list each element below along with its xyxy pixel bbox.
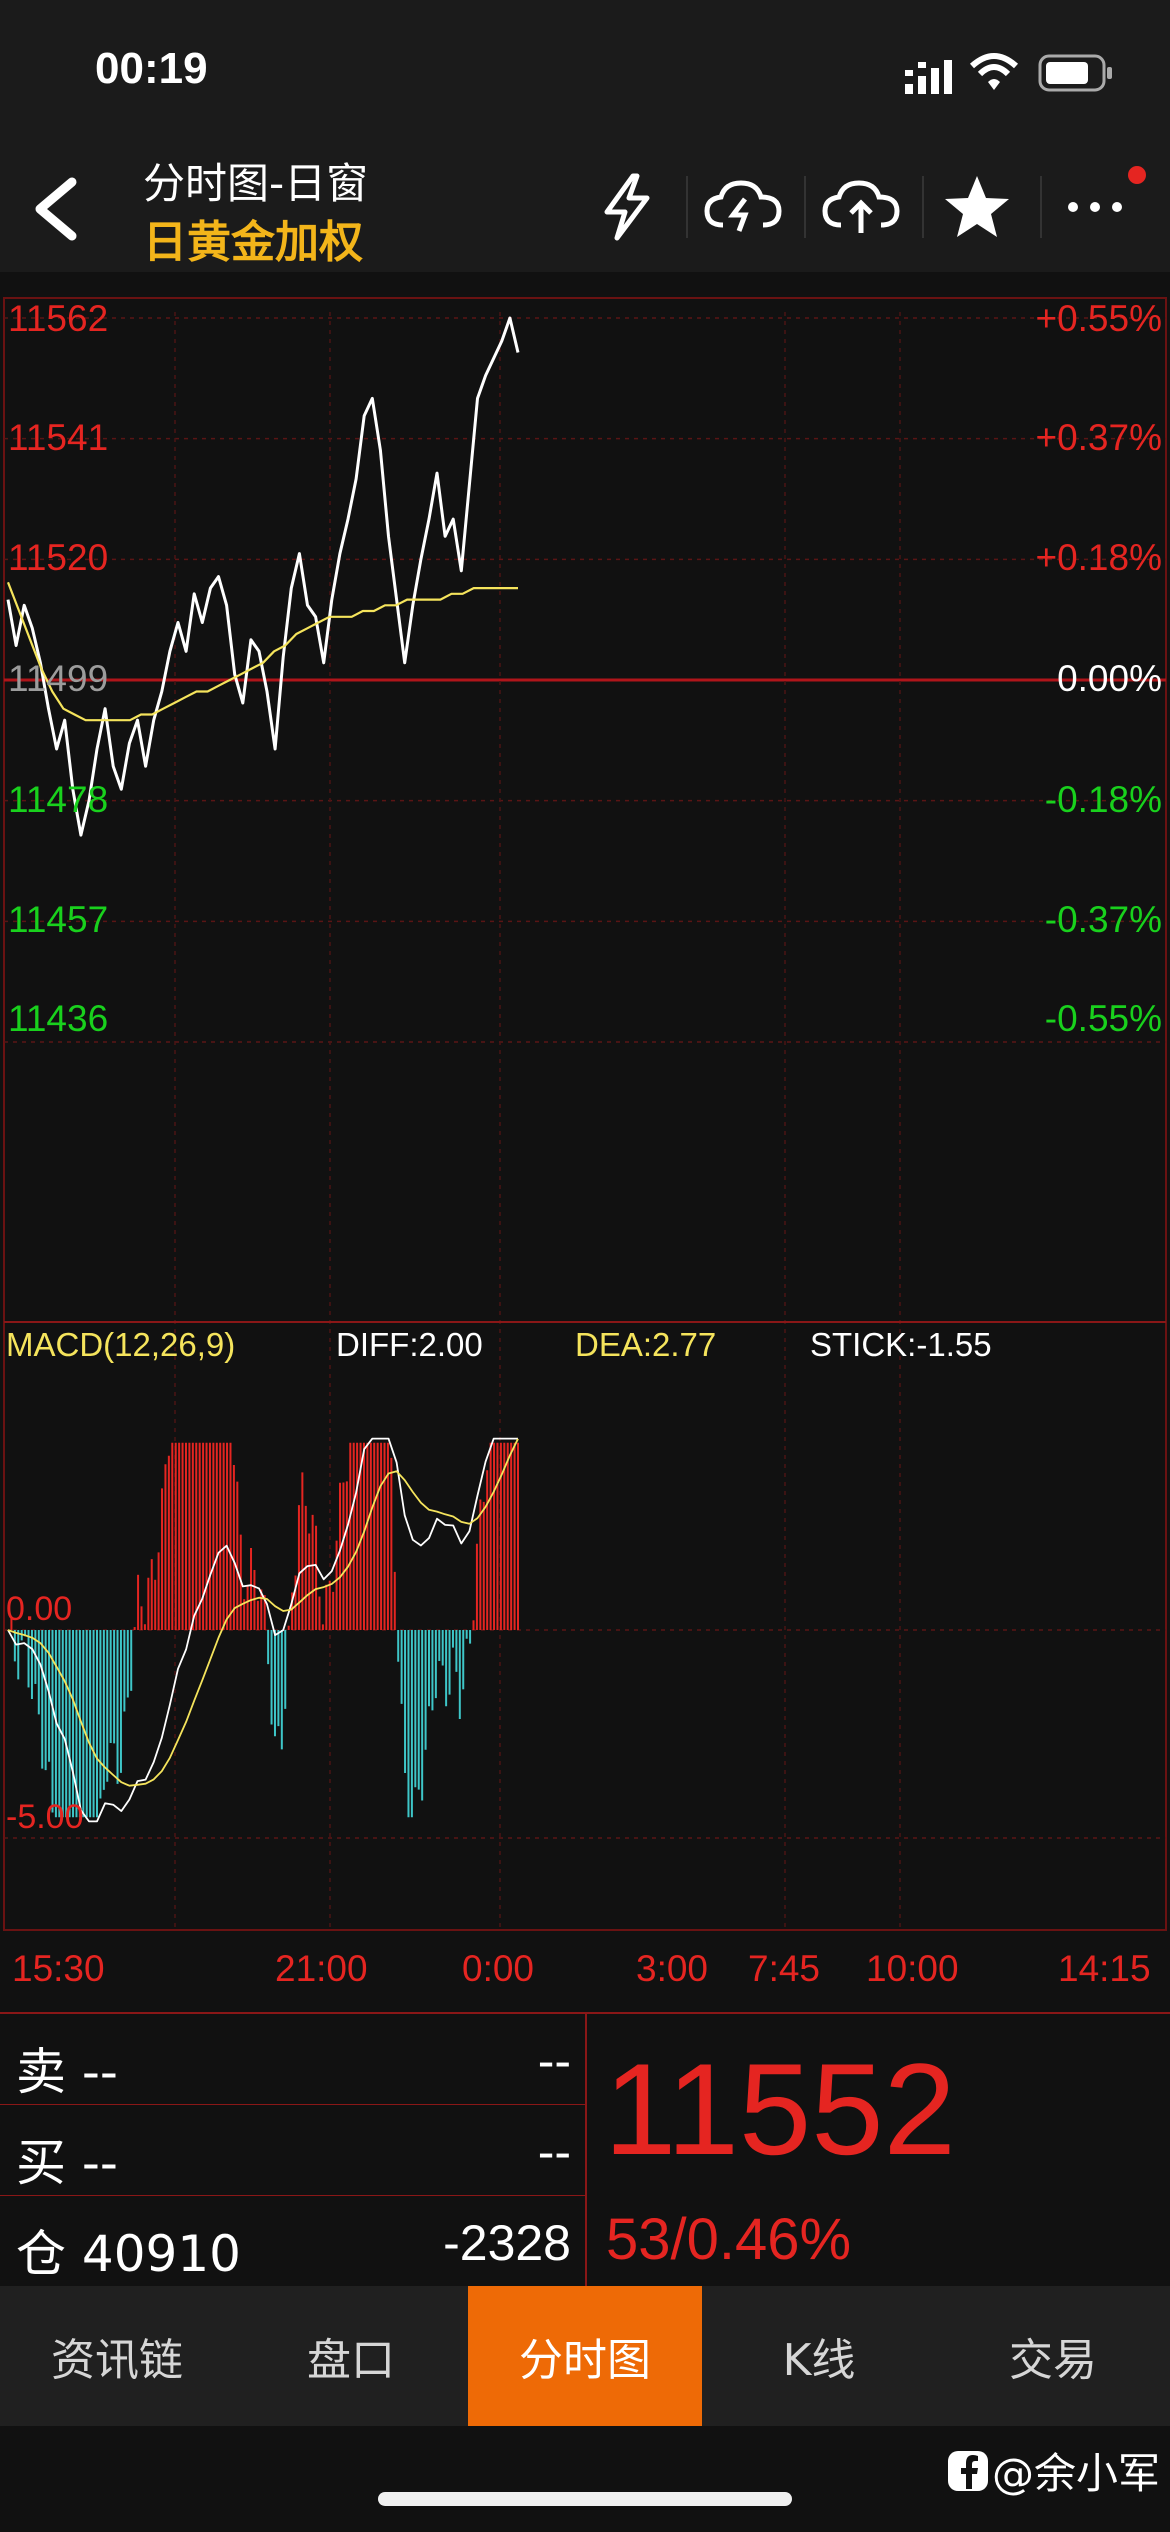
wifi-icon xyxy=(969,53,1019,90)
percent-axis-label: -0.37% xyxy=(1044,899,1162,941)
instrument-name[interactable]: 日黄金加权 xyxy=(143,206,363,270)
macd-dea: DEA:2.77 xyxy=(575,1326,717,1363)
ask-row: 卖 -- -- xyxy=(0,2014,585,2105)
status-bar: 00:19 xyxy=(0,0,1170,140)
time-label: 3:00 xyxy=(636,1948,709,1989)
time-label: 7:45 xyxy=(748,1948,821,1989)
price-change: 53/0.46% xyxy=(606,2207,852,2272)
percent-axis-label: +0.55% xyxy=(1035,298,1162,339)
divider xyxy=(922,176,924,238)
macd-dea-line xyxy=(7,1438,519,1787)
cloud-upload-icon[interactable] xyxy=(816,162,906,252)
chart-grid xyxy=(3,297,1167,1932)
bid-row: 买 -- -- xyxy=(0,2105,585,2196)
price-axis-label: 11562 xyxy=(8,298,109,339)
price-axis-label: 11478 xyxy=(8,778,109,820)
watermark-text: @余小军 xyxy=(992,2449,1161,2498)
tab-news[interactable]: 资讯链 xyxy=(0,2286,234,2426)
time-label: 10:00 xyxy=(866,1948,959,1989)
bottom-tab-bar: 资讯链 盘口 分时图 K线 交易 xyxy=(0,2286,1170,2426)
macd-diff: DIFF:2.00 xyxy=(336,1326,483,1363)
back-icon[interactable] xyxy=(22,174,92,244)
price-axis-label: 11436 xyxy=(8,998,109,1039)
price-axis-label: 11520 xyxy=(8,537,109,579)
tab-trade[interactable]: 交易 xyxy=(936,2286,1170,2426)
divider xyxy=(1040,176,1042,238)
page-title: 分时图-日窗 xyxy=(143,159,369,208)
divider xyxy=(686,176,688,238)
last-price: 11552 xyxy=(604,2036,956,2182)
price-axis-label: 11457 xyxy=(8,899,109,941)
percent-axis-label: -0.55% xyxy=(1044,998,1162,1039)
macd-axis-neg: -5.00 xyxy=(6,1798,84,1836)
tab-orderbook[interactable]: 盘口 xyxy=(234,2286,468,2426)
cloud-lightning-icon[interactable] xyxy=(698,162,788,252)
more-icon[interactable] xyxy=(1050,162,1140,252)
tab-intraday[interactable]: 分时图 xyxy=(468,2286,702,2426)
bid-value: -- xyxy=(537,2124,571,2180)
time-label: 21:00 xyxy=(275,1948,368,1989)
bid-label: 买 -- xyxy=(16,2134,118,2192)
navigation-header: 分时图-日窗 日黄金加权 xyxy=(0,140,1170,272)
time-label: 0:00 xyxy=(462,1948,535,1989)
lightning-icon[interactable] xyxy=(582,162,672,252)
divider xyxy=(804,176,806,238)
open-interest-change: -2328 xyxy=(443,2215,571,2271)
price-axis-label: 11541 xyxy=(8,416,109,458)
macd-stick: STICK:-1.55 xyxy=(810,1326,992,1363)
time-label: 15:30 xyxy=(12,1948,105,1989)
percent-axis-label: -0.18% xyxy=(1044,778,1162,820)
watermark: @余小军 xyxy=(948,2440,1160,2501)
percent-axis-label: +0.18% xyxy=(1035,537,1162,579)
open-interest-row: 仓 40910 -2328 xyxy=(0,2196,585,2286)
macd-label: MACD(12,26,9) xyxy=(6,1326,236,1363)
ask-label: 卖 -- xyxy=(16,2043,118,2101)
percent-axis-label: +0.37% xyxy=(1035,416,1162,458)
price-axis-label: 11499 xyxy=(8,658,109,699)
status-time: 00:19 xyxy=(95,44,208,93)
chart-frame xyxy=(3,297,1167,1931)
tab-kline[interactable]: K线 xyxy=(702,2286,936,2426)
star-icon[interactable] xyxy=(932,162,1022,252)
divider xyxy=(585,2014,587,2286)
macd-diff-line xyxy=(7,1437,518,1823)
time-label: 14:15 xyxy=(1058,1948,1151,1989)
open-interest-label: 仓 40910 xyxy=(16,2225,241,2283)
home-indicator[interactable] xyxy=(378,2492,792,2506)
ask-value: -- xyxy=(537,2033,571,2089)
percent-axis-label: 0.00% xyxy=(1057,658,1162,699)
facebook-icon xyxy=(948,2450,988,2491)
chart-canvas xyxy=(3,297,1167,1932)
macd-lines xyxy=(7,1437,519,1823)
intraday-chart[interactable]: 11562 11541 11520 11499 11478 11457 11436 +0.5… xyxy=(0,272,1170,2012)
notification-dot xyxy=(1128,166,1146,184)
signal-icon xyxy=(905,60,952,94)
quote-panel: 卖 -- -- 买 -- -- 仓 40910 -2328 11552 53/0… xyxy=(0,2012,1170,2288)
macd-bars xyxy=(10,1442,519,1818)
macd-axis-zero: 0.00 xyxy=(6,1590,73,1628)
battery-icon xyxy=(1038,54,1112,92)
